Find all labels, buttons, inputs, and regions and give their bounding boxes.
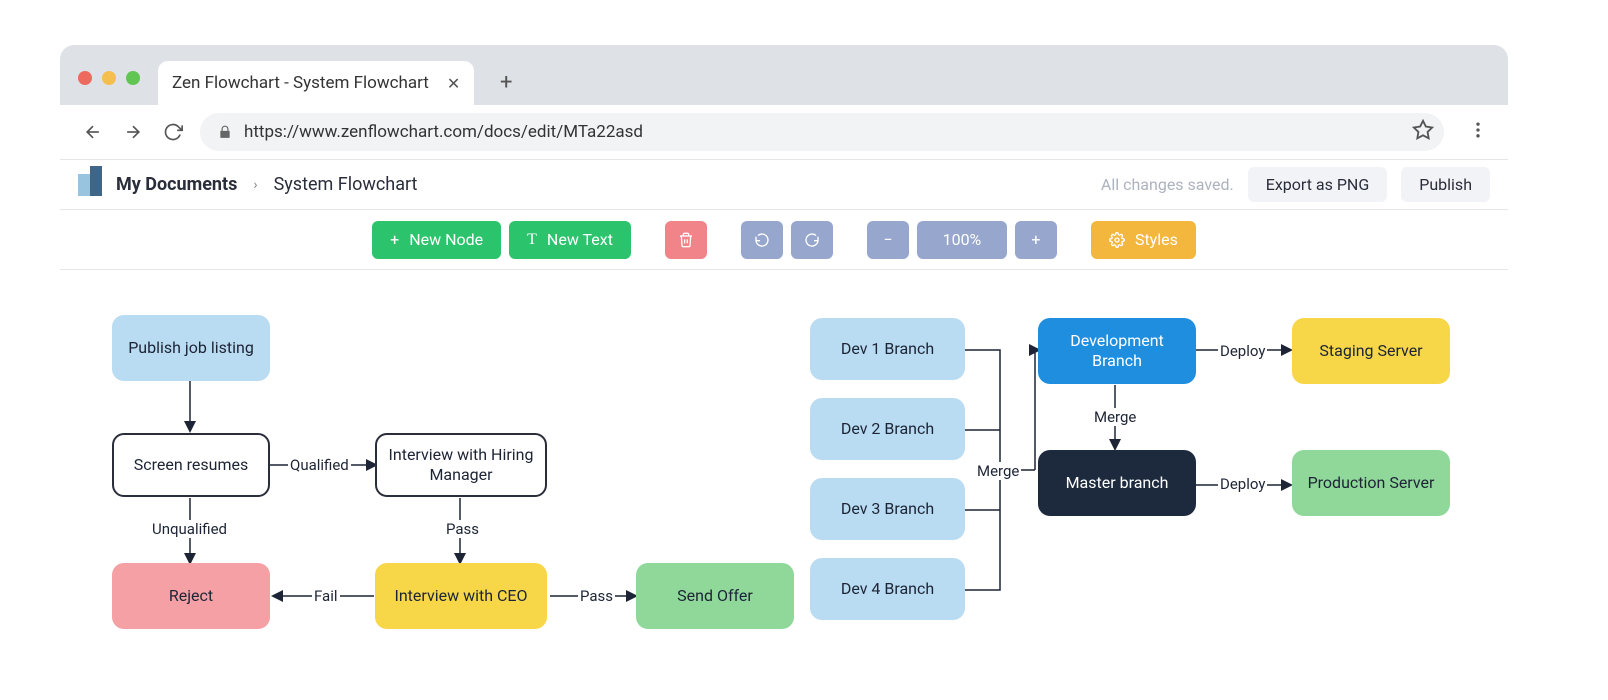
tab-title: Zen Flowchart - System Flowchart <box>172 73 429 93</box>
new-text-label: New Text <box>547 230 613 249</box>
edge-pass2: Pass <box>578 587 615 605</box>
plus-icon: + <box>1031 230 1040 249</box>
node-publish-job[interactable]: Publish job listing <box>112 315 270 381</box>
close-tab-icon[interactable]: ✕ <box>447 74 460 93</box>
app-header: My Documents › System Flowchart All chan… <box>60 160 1508 210</box>
node-send-offer[interactable]: Send Offer <box>636 563 794 629</box>
browser-menu-icon[interactable] <box>1468 120 1488 144</box>
minimize-window-button[interactable] <box>102 71 116 85</box>
tab-strip: Zen Flowchart - System Flowchart ✕ + <box>60 45 1508 105</box>
zoom-out-button[interactable]: − <box>867 221 909 259</box>
bookmark-star-icon[interactable] <box>1412 119 1434 145</box>
flowchart-canvas[interactable]: Publish job listing Screen resumes Inter… <box>60 270 1508 700</box>
publish-button[interactable]: Publish <box>1401 167 1490 202</box>
node-staging[interactable]: Staging Server <box>1292 318 1450 384</box>
delete-button[interactable] <box>665 221 707 259</box>
lock-icon <box>218 125 232 139</box>
redo-icon <box>804 232 820 248</box>
undo-icon <box>754 232 770 248</box>
forward-button[interactable] <box>120 122 146 142</box>
edge-merge: Merge <box>975 462 1021 480</box>
node-master[interactable]: Master branch <box>1038 450 1196 516</box>
edge-unqualified: Unqualified <box>150 520 229 538</box>
maximize-window-button[interactable] <box>126 71 140 85</box>
node-dev-branch[interactable]: Development Branch <box>1038 318 1196 384</box>
zoom-in-button[interactable]: + <box>1015 221 1057 259</box>
edge-deploy: Deploy <box>1218 342 1267 360</box>
back-button[interactable] <box>80 122 106 142</box>
zoom-level[interactable]: 100% <box>917 221 1007 259</box>
browser-tab[interactable]: Zen Flowchart - System Flowchart ✕ <box>158 61 474 105</box>
reload-button[interactable] <box>160 122 186 142</box>
chevron-right-icon: › <box>253 177 257 193</box>
app-logo[interactable] <box>78 174 102 196</box>
edge-qualified: Qualified <box>288 456 351 474</box>
plus-icon: + <box>390 230 399 249</box>
node-dev1[interactable]: Dev 1 Branch <box>810 318 965 380</box>
styles-button[interactable]: Styles <box>1091 221 1196 259</box>
flowchart-edges <box>60 270 1508 700</box>
breadcrumb-current: System Flowchart <box>274 174 418 195</box>
gear-icon <box>1109 232 1125 248</box>
new-text-button[interactable]: T New Text <box>509 221 631 259</box>
edge-pass: Pass <box>444 520 481 538</box>
node-interview-ceo[interactable]: Interview with CEO <box>375 563 547 629</box>
breadcrumb-root[interactable]: My Documents <box>116 174 237 195</box>
address-bar[interactable]: https://www.zenflowchart.com/docs/edit/M… <box>200 113 1444 151</box>
save-status: All changes saved. <box>1101 175 1234 194</box>
node-reject[interactable]: Reject <box>112 563 270 629</box>
node-interview-hm[interactable]: Interview with Hiring Manager <box>375 433 547 497</box>
undo-button[interactable] <box>741 221 783 259</box>
trash-icon <box>678 232 694 248</box>
styles-label: Styles <box>1135 230 1178 249</box>
node-dev3[interactable]: Dev 3 Branch <box>810 478 965 540</box>
export-png-button[interactable]: Export as PNG <box>1248 167 1388 202</box>
browser-window: Zen Flowchart - System Flowchart ✕ + htt… <box>60 45 1508 700</box>
node-screen-resumes[interactable]: Screen resumes <box>112 433 270 497</box>
redo-button[interactable] <box>791 221 833 259</box>
address-bar-row: https://www.zenflowchart.com/docs/edit/M… <box>60 105 1508 160</box>
traffic-lights <box>60 71 158 105</box>
node-dev2[interactable]: Dev 2 Branch <box>810 398 965 460</box>
text-icon: T <box>527 231 537 249</box>
edge-deploy2: Deploy <box>1218 475 1267 493</box>
node-production[interactable]: Production Server <box>1292 450 1450 516</box>
new-tab-button[interactable]: + <box>486 70 526 95</box>
breadcrumb: My Documents › System Flowchart <box>116 174 417 195</box>
minus-icon: − <box>883 230 892 249</box>
edge-fail: Fail <box>312 587 340 605</box>
edge-merge2: Merge <box>1092 408 1138 426</box>
toolbar: + New Node T New Text − 100% + <box>60 210 1508 270</box>
node-dev4[interactable]: Dev 4 Branch <box>810 558 965 620</box>
new-node-button[interactable]: + New Node <box>372 221 501 259</box>
new-node-label: New Node <box>409 230 483 249</box>
close-window-button[interactable] <box>78 71 92 85</box>
url-text: https://www.zenflowchart.com/docs/edit/M… <box>244 122 643 142</box>
